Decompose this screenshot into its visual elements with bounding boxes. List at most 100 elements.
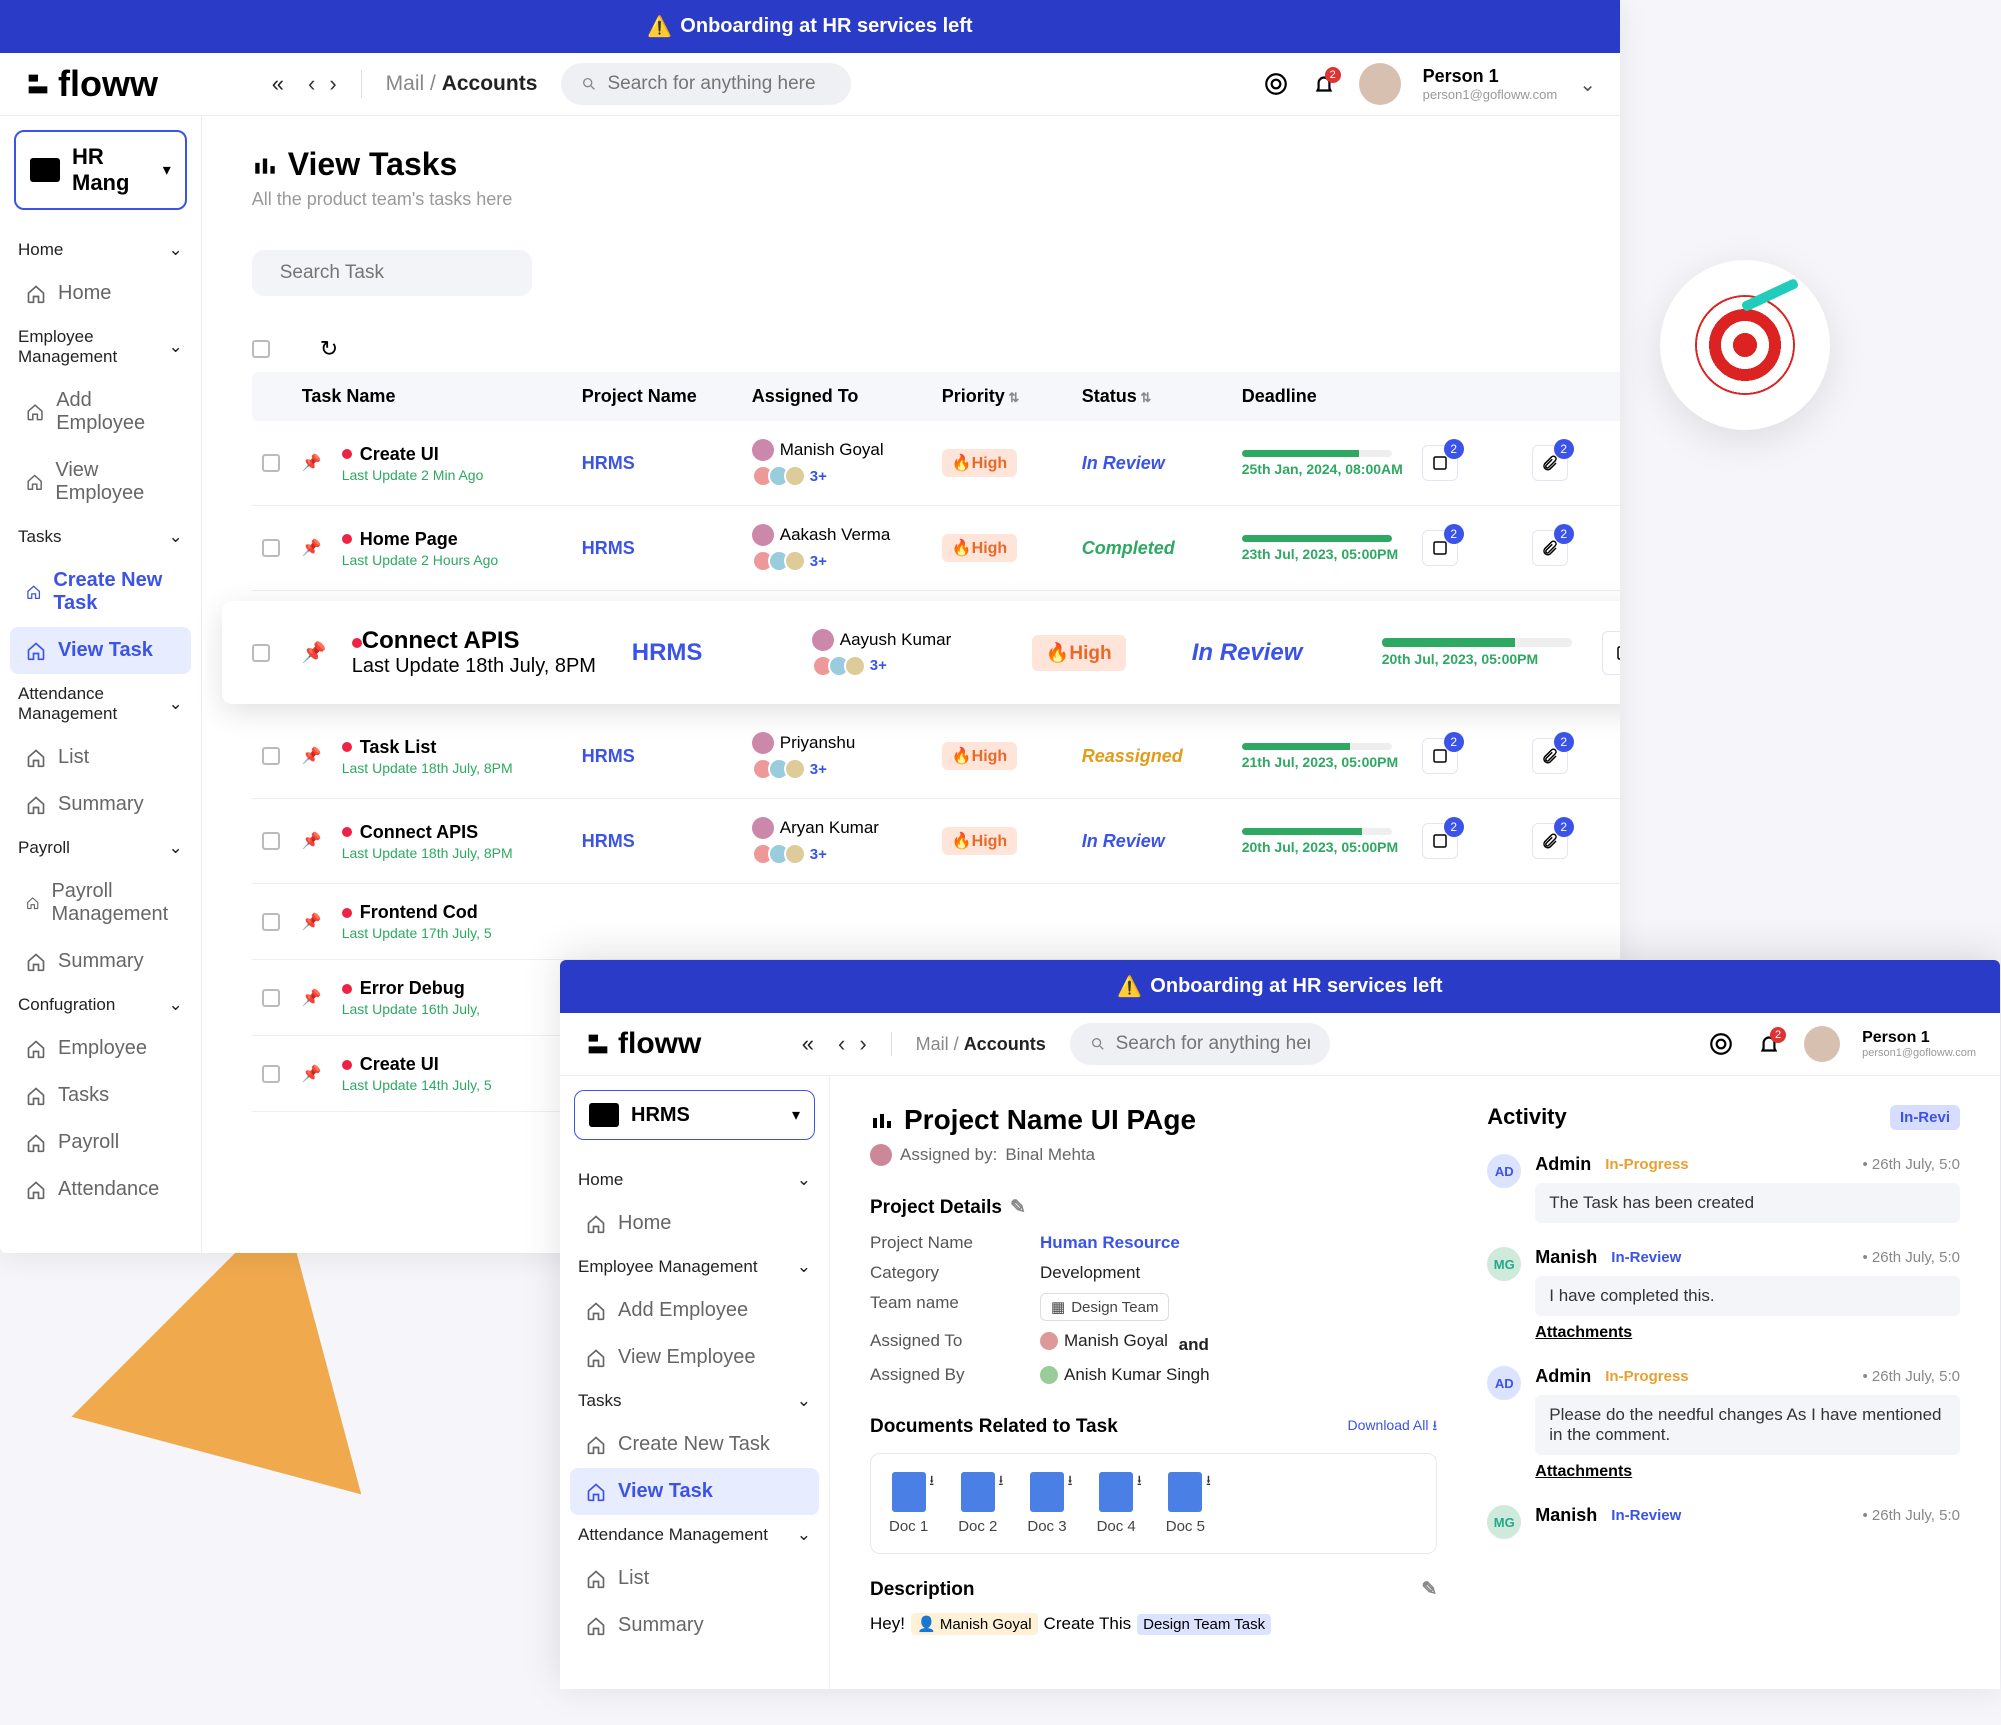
sidebar-item[interactable]: Home bbox=[570, 1200, 819, 1247]
sidebar-section-header[interactable]: Employee Management⌄ bbox=[570, 1247, 819, 1287]
global-search[interactable] bbox=[561, 63, 851, 105]
workspace-selector[interactable]: HR Mang ▾ bbox=[14, 130, 187, 210]
table-row[interactable]: 📌Connect APISLast Update 18th July, 8PMH… bbox=[252, 799, 1620, 884]
edit-icon[interactable]: ✎ bbox=[1421, 1578, 1437, 1601]
attachments-link[interactable]: Attachments bbox=[1535, 1463, 1632, 1481]
team-mention[interactable]: Design Team Task bbox=[1137, 1614, 1271, 1635]
team-chip[interactable]: ▦ Design Team bbox=[1040, 1293, 1169, 1321]
user-mention[interactable]: 👤 Manish Goyal bbox=[911, 1613, 1038, 1635]
row-checkbox[interactable] bbox=[262, 747, 280, 765]
attachments-link[interactable]: Attachments bbox=[1535, 1324, 1632, 1342]
row-checkbox[interactable] bbox=[262, 454, 280, 472]
table-row[interactable]: 📌Create UILast Update 2 Min AgoHRMSManis… bbox=[252, 421, 1620, 506]
sidebar-item[interactable]: Tasks bbox=[10, 1072, 191, 1119]
sidebar-item[interactable]: Summary bbox=[570, 1602, 819, 1649]
more-assignees[interactable]: 3+ bbox=[810, 761, 827, 778]
sidebar-section-header[interactable]: Home⌄ bbox=[570, 1160, 819, 1200]
attachment-icon[interactable]: 2 bbox=[1532, 530, 1568, 566]
avatar[interactable] bbox=[1804, 1026, 1840, 1062]
project-link[interactable]: HRMS bbox=[582, 538, 752, 559]
back-icon[interactable]: ‹ bbox=[308, 71, 315, 97]
refresh-icon[interactable]: ↻ bbox=[320, 336, 338, 362]
row-checkbox[interactable] bbox=[252, 644, 270, 662]
pin-icon[interactable]: 📌 bbox=[302, 453, 342, 473]
col-priority[interactable]: Priority bbox=[942, 386, 1082, 407]
workspace-selector[interactable]: HRMS ▾ bbox=[574, 1090, 815, 1140]
sidebar-item[interactable]: Create New Task bbox=[570, 1421, 819, 1468]
pin-icon[interactable]: 📌 bbox=[302, 1064, 342, 1084]
attachment-icon[interactable]: 2 bbox=[1532, 738, 1568, 774]
more-assignees[interactable]: 3+ bbox=[810, 468, 827, 485]
sidebar-item[interactable]: Add Employee bbox=[570, 1287, 819, 1334]
project-link[interactable]: HRMS bbox=[632, 639, 812, 667]
pin-icon[interactable]: 📌 bbox=[302, 640, 352, 665]
sidebar-section-header[interactable]: Employee Management⌄ bbox=[10, 317, 191, 377]
sidebar-item[interactable]: Payroll bbox=[10, 1119, 191, 1166]
download-icon[interactable]: ⭳ bbox=[998, 1470, 1003, 1494]
document-item[interactable]: ⭳Doc 5 bbox=[1166, 1472, 1205, 1535]
forward-icon[interactable]: › bbox=[859, 1031, 866, 1057]
pin-icon[interactable]: 📌 bbox=[302, 988, 342, 1008]
row-checkbox[interactable] bbox=[262, 1065, 280, 1083]
sidebar-item[interactable]: View Employee bbox=[10, 447, 191, 517]
notes-icon[interactable]: 2 bbox=[1602, 631, 1620, 675]
sidebar-collapse-icon[interactable]: « bbox=[802, 1031, 814, 1057]
document-item[interactable]: ⭳Doc 2 bbox=[958, 1472, 997, 1535]
sidebar-item[interactable]: View Task bbox=[10, 627, 191, 674]
global-search[interactable] bbox=[1070, 1023, 1330, 1065]
sidebar-section-header[interactable]: Payroll⌄ bbox=[10, 828, 191, 868]
download-icon[interactable]: ⭳ bbox=[1137, 1470, 1142, 1494]
sidebar-item[interactable]: View Task bbox=[570, 1468, 819, 1515]
project-link[interactable]: HRMS bbox=[582, 746, 752, 767]
notifications-icon[interactable]: 2 bbox=[1311, 71, 1337, 97]
download-icon[interactable]: ⭳ bbox=[929, 1470, 934, 1494]
pin-icon[interactable]: 📌 bbox=[302, 746, 342, 766]
sidebar-section-header[interactable]: Attendance Management⌄ bbox=[570, 1515, 819, 1555]
sidebar-item[interactable]: Employee bbox=[10, 1025, 191, 1072]
avatar[interactable] bbox=[1359, 63, 1401, 105]
table-row[interactable]: 📌Frontend CodLast Update 17th July, 5 bbox=[252, 884, 1620, 960]
attachment-icon[interactable]: 2 bbox=[1532, 823, 1568, 859]
sidebar-item[interactable]: List bbox=[570, 1555, 819, 1602]
row-checkbox[interactable] bbox=[262, 832, 280, 850]
pin-icon[interactable]: 📌 bbox=[302, 538, 342, 558]
edit-icon[interactable]: ✎ bbox=[1010, 1196, 1026, 1219]
sidebar-item[interactable]: Summary bbox=[10, 781, 191, 828]
sidebar-item[interactable]: Payroll Management bbox=[10, 868, 191, 938]
sidebar-section-header[interactable]: Confugration⌄ bbox=[10, 985, 191, 1025]
notes-icon[interactable]: 2 bbox=[1422, 738, 1458, 774]
document-item[interactable]: ⭳Doc 3 bbox=[1027, 1472, 1066, 1535]
select-all-checkbox[interactable] bbox=[252, 340, 270, 358]
notifications-icon[interactable]: 2 bbox=[1756, 1031, 1782, 1057]
more-assignees[interactable]: 3+ bbox=[810, 846, 827, 863]
help-icon[interactable] bbox=[1708, 1031, 1734, 1057]
row-checkbox[interactable] bbox=[262, 913, 280, 931]
table-row[interactable]: 📌Task ListLast Update 18th July, 8PMHRMS… bbox=[252, 714, 1620, 799]
sidebar-section-header[interactable]: Home⌄ bbox=[10, 230, 191, 270]
row-checkbox[interactable] bbox=[262, 539, 280, 557]
col-status[interactable]: Status bbox=[1082, 386, 1242, 407]
download-icon[interactable]: ⭳ bbox=[1206, 1470, 1211, 1494]
notes-icon[interactable]: 2 bbox=[1422, 530, 1458, 566]
sidebar-item[interactable]: Attendance bbox=[10, 1166, 191, 1213]
table-row[interactable]: 📌Connect APISLast Update 18th July, 8PMH… bbox=[222, 601, 1620, 704]
project-link[interactable]: HRMS bbox=[582, 831, 752, 852]
forward-icon[interactable]: › bbox=[329, 71, 336, 97]
sidebar-item[interactable]: List bbox=[10, 734, 191, 781]
task-search-input[interactable] bbox=[280, 262, 525, 284]
back-icon[interactable]: ‹ bbox=[838, 1031, 845, 1057]
pin-icon[interactable]: 📌 bbox=[302, 831, 342, 851]
search-input[interactable] bbox=[1116, 1033, 1310, 1055]
sidebar-item[interactable]: Add Employee bbox=[10, 377, 191, 447]
download-all-link[interactable]: Download All ⭳ bbox=[1348, 1415, 1438, 1439]
sidebar-item[interactable]: Create New Task bbox=[10, 557, 191, 627]
sidebar-section-header[interactable]: Tasks⌄ bbox=[570, 1381, 819, 1421]
download-icon[interactable]: ⭳ bbox=[1068, 1470, 1073, 1494]
sidebar-section-header[interactable]: Attendance Management⌄ bbox=[10, 674, 191, 734]
sidebar-section-header[interactable]: Tasks⌄ bbox=[10, 517, 191, 557]
notes-icon[interactable]: 2 bbox=[1422, 823, 1458, 859]
more-assignees[interactable]: 3+ bbox=[810, 553, 827, 570]
task-search[interactable] bbox=[252, 250, 532, 296]
project-link[interactable]: HRMS bbox=[582, 453, 752, 474]
user-menu-chevron-icon[interactable]: ⌄ bbox=[1579, 72, 1596, 97]
